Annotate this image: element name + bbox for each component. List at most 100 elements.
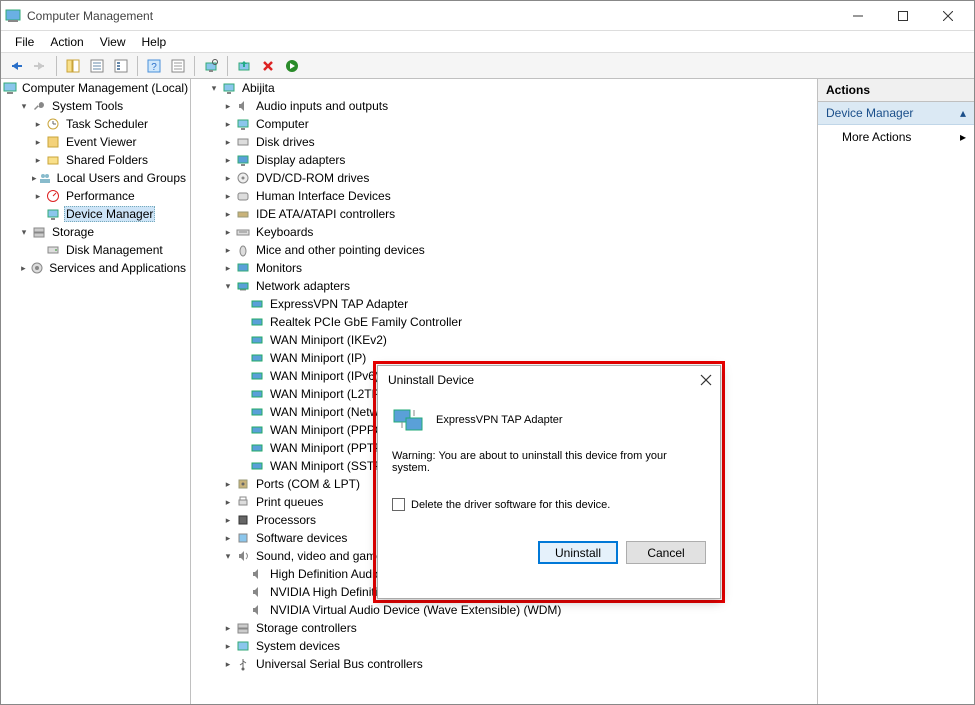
tree-shared-folders[interactable]: ▸ Shared Folders: [3, 151, 188, 169]
console-tree[interactable]: Computer Management (Local) ▾ System Too…: [1, 79, 191, 704]
chevron-right-icon[interactable]: ▸: [17, 261, 30, 275]
tree-storage[interactable]: ▾ Storage: [3, 223, 188, 241]
actions-section[interactable]: Device Manager ▴: [818, 102, 974, 125]
menu-action[interactable]: Action: [42, 33, 91, 51]
network-adapter-item[interactable]: ▸Realtek PCIe GbE Family Controller: [193, 313, 815, 331]
chevron-right-icon[interactable]: ▸: [221, 243, 235, 257]
tree-local-users[interactable]: ▸ Local Users and Groups: [3, 169, 188, 187]
category-item[interactable]: ▸Storage controllers: [193, 619, 815, 637]
chevron-right-icon[interactable]: ▸: [221, 135, 235, 149]
category-item[interactable]: ▸Mice and other pointing devices: [193, 241, 815, 259]
performance-icon: [45, 188, 61, 204]
dialog-close-button[interactable]: [700, 374, 712, 386]
device-root[interactable]: ▾ Abijita: [193, 79, 815, 97]
category-item[interactable]: ▸ Human Interface Devices: [193, 187, 815, 205]
category-item[interactable]: ▸Disk drives: [193, 133, 815, 151]
actions-header: Actions: [818, 79, 974, 102]
category-item[interactable]: ▸System devices: [193, 637, 815, 655]
cancel-button[interactable]: Cancel: [626, 541, 706, 564]
chevron-right-icon[interactable]: ▸: [221, 171, 235, 185]
category-item[interactable]: ▸IDE ATA/ATAPI controllers: [193, 205, 815, 223]
category-label: Universal Serial Bus controllers: [254, 656, 425, 672]
chevron-down-icon[interactable]: ▾: [221, 279, 235, 293]
tree-services[interactable]: ▸ Services and Applications: [3, 259, 188, 277]
minimize-button[interactable]: [835, 2, 880, 30]
chevron-right-icon[interactable]: ▸: [221, 513, 235, 527]
chevron-right-icon[interactable]: ▸: [221, 261, 235, 275]
uninstall-dialog: Uninstall Device ExpressVPN TAP Adapter …: [377, 365, 721, 599]
computer-icon: [221, 80, 237, 96]
close-button[interactable]: [925, 2, 970, 30]
collapse-icon[interactable]: ▴: [960, 106, 966, 120]
network-adapter-item[interactable]: ▸WAN Miniport (IKEv2): [193, 331, 815, 349]
category-icon: [235, 494, 251, 510]
help-button[interactable]: ?: [143, 55, 165, 77]
toolbar: ?: [1, 53, 974, 79]
device-manager-icon: [45, 206, 61, 222]
back-button[interactable]: [5, 55, 27, 77]
list-button[interactable]: [110, 55, 132, 77]
chevron-right-icon[interactable]: ▸: [31, 153, 45, 167]
chevron-right-icon[interactable]: ▸: [221, 621, 235, 635]
chevron-right-icon[interactable]: ▸: [31, 117, 45, 131]
tree-task-scheduler[interactable]: ▸ Task Scheduler: [3, 115, 188, 133]
category-label: Print queues: [254, 494, 325, 510]
category-item[interactable]: ▸Display adapters: [193, 151, 815, 169]
enable-device-button[interactable]: [281, 55, 303, 77]
submenu-icon: ▸: [960, 130, 966, 144]
category-icon: [235, 512, 251, 528]
chevron-right-icon[interactable]: ▸: [221, 657, 235, 671]
chevron-right-icon[interactable]: ▸: [221, 207, 235, 221]
chevron-right-icon[interactable]: ▸: [221, 639, 235, 653]
category-label: Audio inputs and outputs: [254, 98, 390, 114]
chevron-right-icon[interactable]: ▸: [221, 153, 235, 167]
category-item[interactable]: ▸Computer: [193, 115, 815, 133]
menu-view[interactable]: View: [92, 33, 134, 51]
tree-device-manager[interactable]: ▸ Device Manager: [3, 205, 188, 223]
actions-more[interactable]: More Actions ▸: [818, 125, 974, 149]
category-item[interactable]: ▸ Universal Serial Bus controllers: [193, 655, 815, 673]
details-button[interactable]: [167, 55, 189, 77]
tree-root[interactable]: Computer Management (Local): [3, 79, 188, 97]
chevron-down-icon[interactable]: ▾: [17, 99, 31, 113]
chevron-down-icon[interactable]: ▾: [221, 549, 235, 563]
category-item[interactable]: ▸ Audio inputs and outputs: [193, 97, 815, 115]
chevron-down-icon[interactable]: ▾: [207, 81, 221, 95]
show-hide-tree-button[interactable]: [62, 55, 84, 77]
category-network-adapters[interactable]: ▾ Network adapters: [193, 277, 815, 295]
delete-driver-checkbox[interactable]: [392, 498, 405, 511]
properties-button[interactable]: [86, 55, 108, 77]
update-driver-button[interactable]: [233, 55, 255, 77]
maximize-button[interactable]: [880, 2, 925, 30]
chevron-right-icon[interactable]: ▸: [221, 477, 235, 491]
chevron-right-icon[interactable]: ▸: [221, 531, 235, 545]
network-adapter-icon: [249, 458, 265, 474]
chevron-right-icon[interactable]: ▸: [221, 189, 235, 203]
chevron-right-icon[interactable]: ▸: [31, 135, 45, 149]
menu-help[interactable]: Help: [134, 33, 175, 51]
category-item[interactable]: ▸Keyboards: [193, 223, 815, 241]
category-item[interactable]: ▸DVD/CD-ROM drives: [193, 169, 815, 187]
uninstall-device-button[interactable]: [257, 55, 279, 77]
menu-file[interactable]: File: [7, 33, 42, 51]
tree-performance[interactable]: ▸ Performance: [3, 187, 188, 205]
tree-event-viewer[interactable]: ▸ Event Viewer: [3, 133, 188, 151]
audio-device-item[interactable]: ▸NVIDIA Virtual Audio Device (Wave Exten…: [193, 601, 815, 619]
chevron-right-icon[interactable]: ▸: [221, 117, 235, 131]
tree-disk-management[interactable]: ▸ Disk Management: [3, 241, 188, 259]
scan-hardware-button[interactable]: [200, 55, 222, 77]
chevron-right-icon[interactable]: ▸: [31, 171, 38, 185]
chevron-right-icon[interactable]: ▸: [31, 189, 45, 203]
uninstall-button[interactable]: Uninstall: [538, 541, 618, 564]
chevron-right-icon[interactable]: ▸: [221, 99, 235, 113]
forward-button[interactable]: [29, 55, 51, 77]
chevron-right-icon[interactable]: ▸: [221, 225, 235, 239]
chevron-down-icon[interactable]: ▾: [17, 225, 31, 239]
category-icon: [235, 656, 251, 672]
category-item[interactable]: ▸Monitors: [193, 259, 815, 277]
chevron-right-icon[interactable]: ▸: [221, 495, 235, 509]
category-label: Human Interface Devices: [254, 188, 393, 204]
tree-system-tools[interactable]: ▾ System Tools: [3, 97, 188, 115]
network-adapter-item[interactable]: ▸ExpressVPN TAP Adapter: [193, 295, 815, 313]
category-label: Ports (COM & LPT): [254, 476, 362, 492]
